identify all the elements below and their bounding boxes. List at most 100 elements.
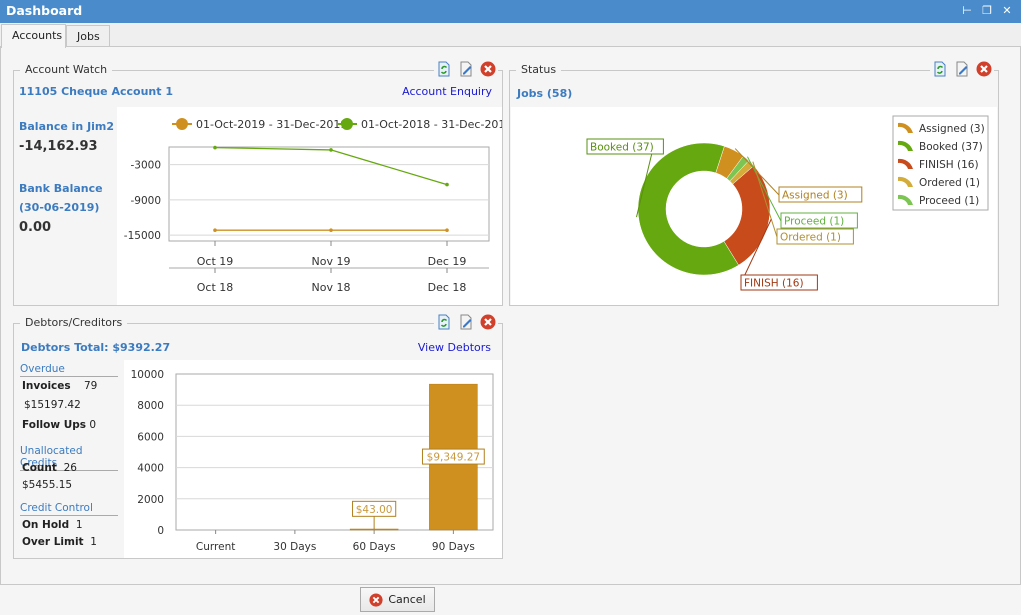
- restore-icon[interactable]: ❐: [980, 4, 994, 18]
- edit-icon[interactable]: [458, 61, 474, 77]
- balance-label: Balance in Jim2: [19, 120, 115, 133]
- tab-jobs[interactable]: Jobs: [66, 25, 110, 46]
- data-label: Assigned (3): [782, 190, 848, 202]
- cancel-icon: [369, 592, 383, 607]
- y-tick-label: -15000: [124, 230, 161, 242]
- panel-toolbar: [930, 61, 994, 77]
- y-tick-label: 10000: [131, 369, 164, 381]
- data-label: Proceed (1): [784, 216, 844, 228]
- account-enquiry-link[interactable]: Account Enquiry: [402, 85, 492, 98]
- edit-icon[interactable]: [458, 314, 474, 330]
- followups-label: Follow Ups: [22, 419, 87, 431]
- x-tick-label: Dec 18: [428, 281, 467, 294]
- x-tick-label: 30 Days: [273, 541, 316, 553]
- remove-icon[interactable]: [480, 61, 496, 77]
- unallocated-amount: $5455.15: [22, 479, 73, 491]
- cancel-button[interactable]: Cancel: [360, 587, 435, 612]
- y-tick-label: 4000: [137, 463, 164, 475]
- tab-accounts[interactable]: Accounts: [1, 24, 66, 48]
- overdue-heading: Overdue: [20, 363, 118, 377]
- y-tick-label: 0: [157, 525, 164, 537]
- y-tick-label: -3000: [130, 160, 161, 172]
- footer-bar: [0, 584, 1021, 615]
- bar-chart-area: 0 2000 4000 6000 8000 10000 Current 30 Days 60 D…: [124, 360, 502, 558]
- followups-count: 0: [89, 419, 97, 431]
- data-label: FINISH (16): [744, 278, 804, 290]
- x-tick-label: Oct 18: [197, 281, 234, 294]
- refresh-icon[interactable]: [932, 61, 948, 77]
- bank-balance-label: Bank Balance: [19, 182, 103, 195]
- status-panel: Status Jobs (58) Assigned (3) Proceed (1)…: [509, 61, 999, 306]
- invoices-label: Invoices: [22, 380, 71, 392]
- legend-label: 01-Oct-2019 - 31-Dec-2019: [196, 118, 347, 131]
- panel-title: Status: [516, 63, 562, 76]
- refresh-icon[interactable]: [436, 61, 452, 77]
- data-point: [445, 228, 449, 233]
- data-label: Ordered (1): [780, 232, 841, 244]
- donut-chart: Assigned (3) Proceed (1) Ordered (1) FINISH…: [586, 115, 989, 291]
- invoices-amount: $15197.42: [24, 399, 81, 411]
- data-label: $43.00: [356, 504, 393, 516]
- window-title: Dashboard: [6, 3, 83, 18]
- x-tick-label: 60 Days: [353, 541, 396, 553]
- x-tick-label: Oct 19: [197, 255, 234, 268]
- legend-label: Proceed (1): [919, 195, 979, 207]
- invoices-count: 79: [84, 380, 98, 392]
- view-debtors-link[interactable]: View Debtors: [418, 341, 491, 354]
- data-label: Booked (37): [590, 142, 654, 154]
- bank-balance-date: (30-06-2019): [19, 201, 100, 214]
- data-point: [445, 182, 449, 187]
- data-point: [329, 228, 333, 233]
- y-tick-label: 6000: [137, 431, 164, 443]
- series-line: [214, 146, 448, 186]
- onhold-value: 1: [75, 519, 83, 531]
- refresh-icon[interactable]: [436, 314, 452, 330]
- data-point: [213, 228, 217, 233]
- legend-marker: [176, 118, 188, 130]
- line-chart: 01-Oct-2019 - 31-Dec-2019 01-Oct-2018 - 3…: [124, 118, 512, 294]
- y-tick-label: 8000: [137, 400, 164, 412]
- legend-marker: [341, 118, 353, 130]
- count-value: 26: [63, 462, 77, 474]
- legend-label: Booked (37): [919, 141, 983, 153]
- invoices-row: Invoices 79: [22, 380, 97, 392]
- edit-icon[interactable]: [954, 61, 970, 77]
- plot-border: [168, 146, 490, 242]
- overlimit-label: Over Limit: [22, 536, 84, 548]
- donut-chart-area: Assigned (3) Proceed (1) Ordered (1) FINISH…: [511, 107, 997, 305]
- remove-icon[interactable]: [976, 61, 992, 77]
- x-tick-label: 90 Days: [432, 541, 475, 553]
- onhold-row: On Hold 1: [22, 519, 83, 531]
- y-tick-label: -9000: [130, 195, 161, 207]
- title-bar: Dashboard ⊢ ❐ ✕: [0, 0, 1021, 23]
- bank-balance-value: 0.00: [19, 220, 52, 235]
- data-point: [213, 145, 217, 150]
- overlimit-row: Over Limit 1: [22, 536, 97, 548]
- account-name[interactable]: 11105 Cheque Account 1: [19, 85, 173, 98]
- x-tick-label: Nov 18: [312, 281, 351, 294]
- jobs-title[interactable]: Jobs (58): [517, 87, 572, 100]
- panel-toolbar: [434, 61, 498, 77]
- legend-label: Assigned (3): [919, 123, 985, 135]
- account-watch-panel: Account Watch 11105 Cheque Account 1 Acc…: [13, 61, 512, 306]
- cancel-label: Cancel: [388, 593, 426, 606]
- x-tick-label: Nov 19: [312, 255, 351, 268]
- overlimit-value: 1: [90, 536, 97, 548]
- close-icon[interactable]: ✕: [1000, 4, 1014, 18]
- legend-label: Ordered (1): [919, 177, 980, 189]
- balance-value: -14,162.93: [19, 139, 98, 154]
- debtors-panel: Debtors/Creditors Debtors Total: $9392.2…: [13, 314, 503, 559]
- panel-title: Account Watch: [20, 63, 113, 76]
- x-tick-label: Current: [196, 541, 235, 553]
- bar-chart: 0 2000 4000 6000 8000 10000 Current 30 Days 60 D…: [131, 369, 494, 553]
- onhold-label: On Hold: [22, 519, 70, 531]
- x-tick-label: Dec 19: [428, 255, 467, 268]
- legend-label: FINISH (16): [919, 159, 979, 171]
- credit-control-heading: Credit Control: [20, 502, 118, 516]
- remove-icon[interactable]: [480, 314, 496, 330]
- tab-strip: Accounts Jobs: [0, 23, 1021, 48]
- pin-icon[interactable]: ⊢: [960, 4, 974, 18]
- line-chart-area: 01-Oct-2019 - 31-Dec-2019 01-Oct-2018 - 3…: [117, 107, 512, 305]
- followups-row: Follow Ups 0: [22, 419, 96, 431]
- count-row: Count 26: [22, 462, 77, 474]
